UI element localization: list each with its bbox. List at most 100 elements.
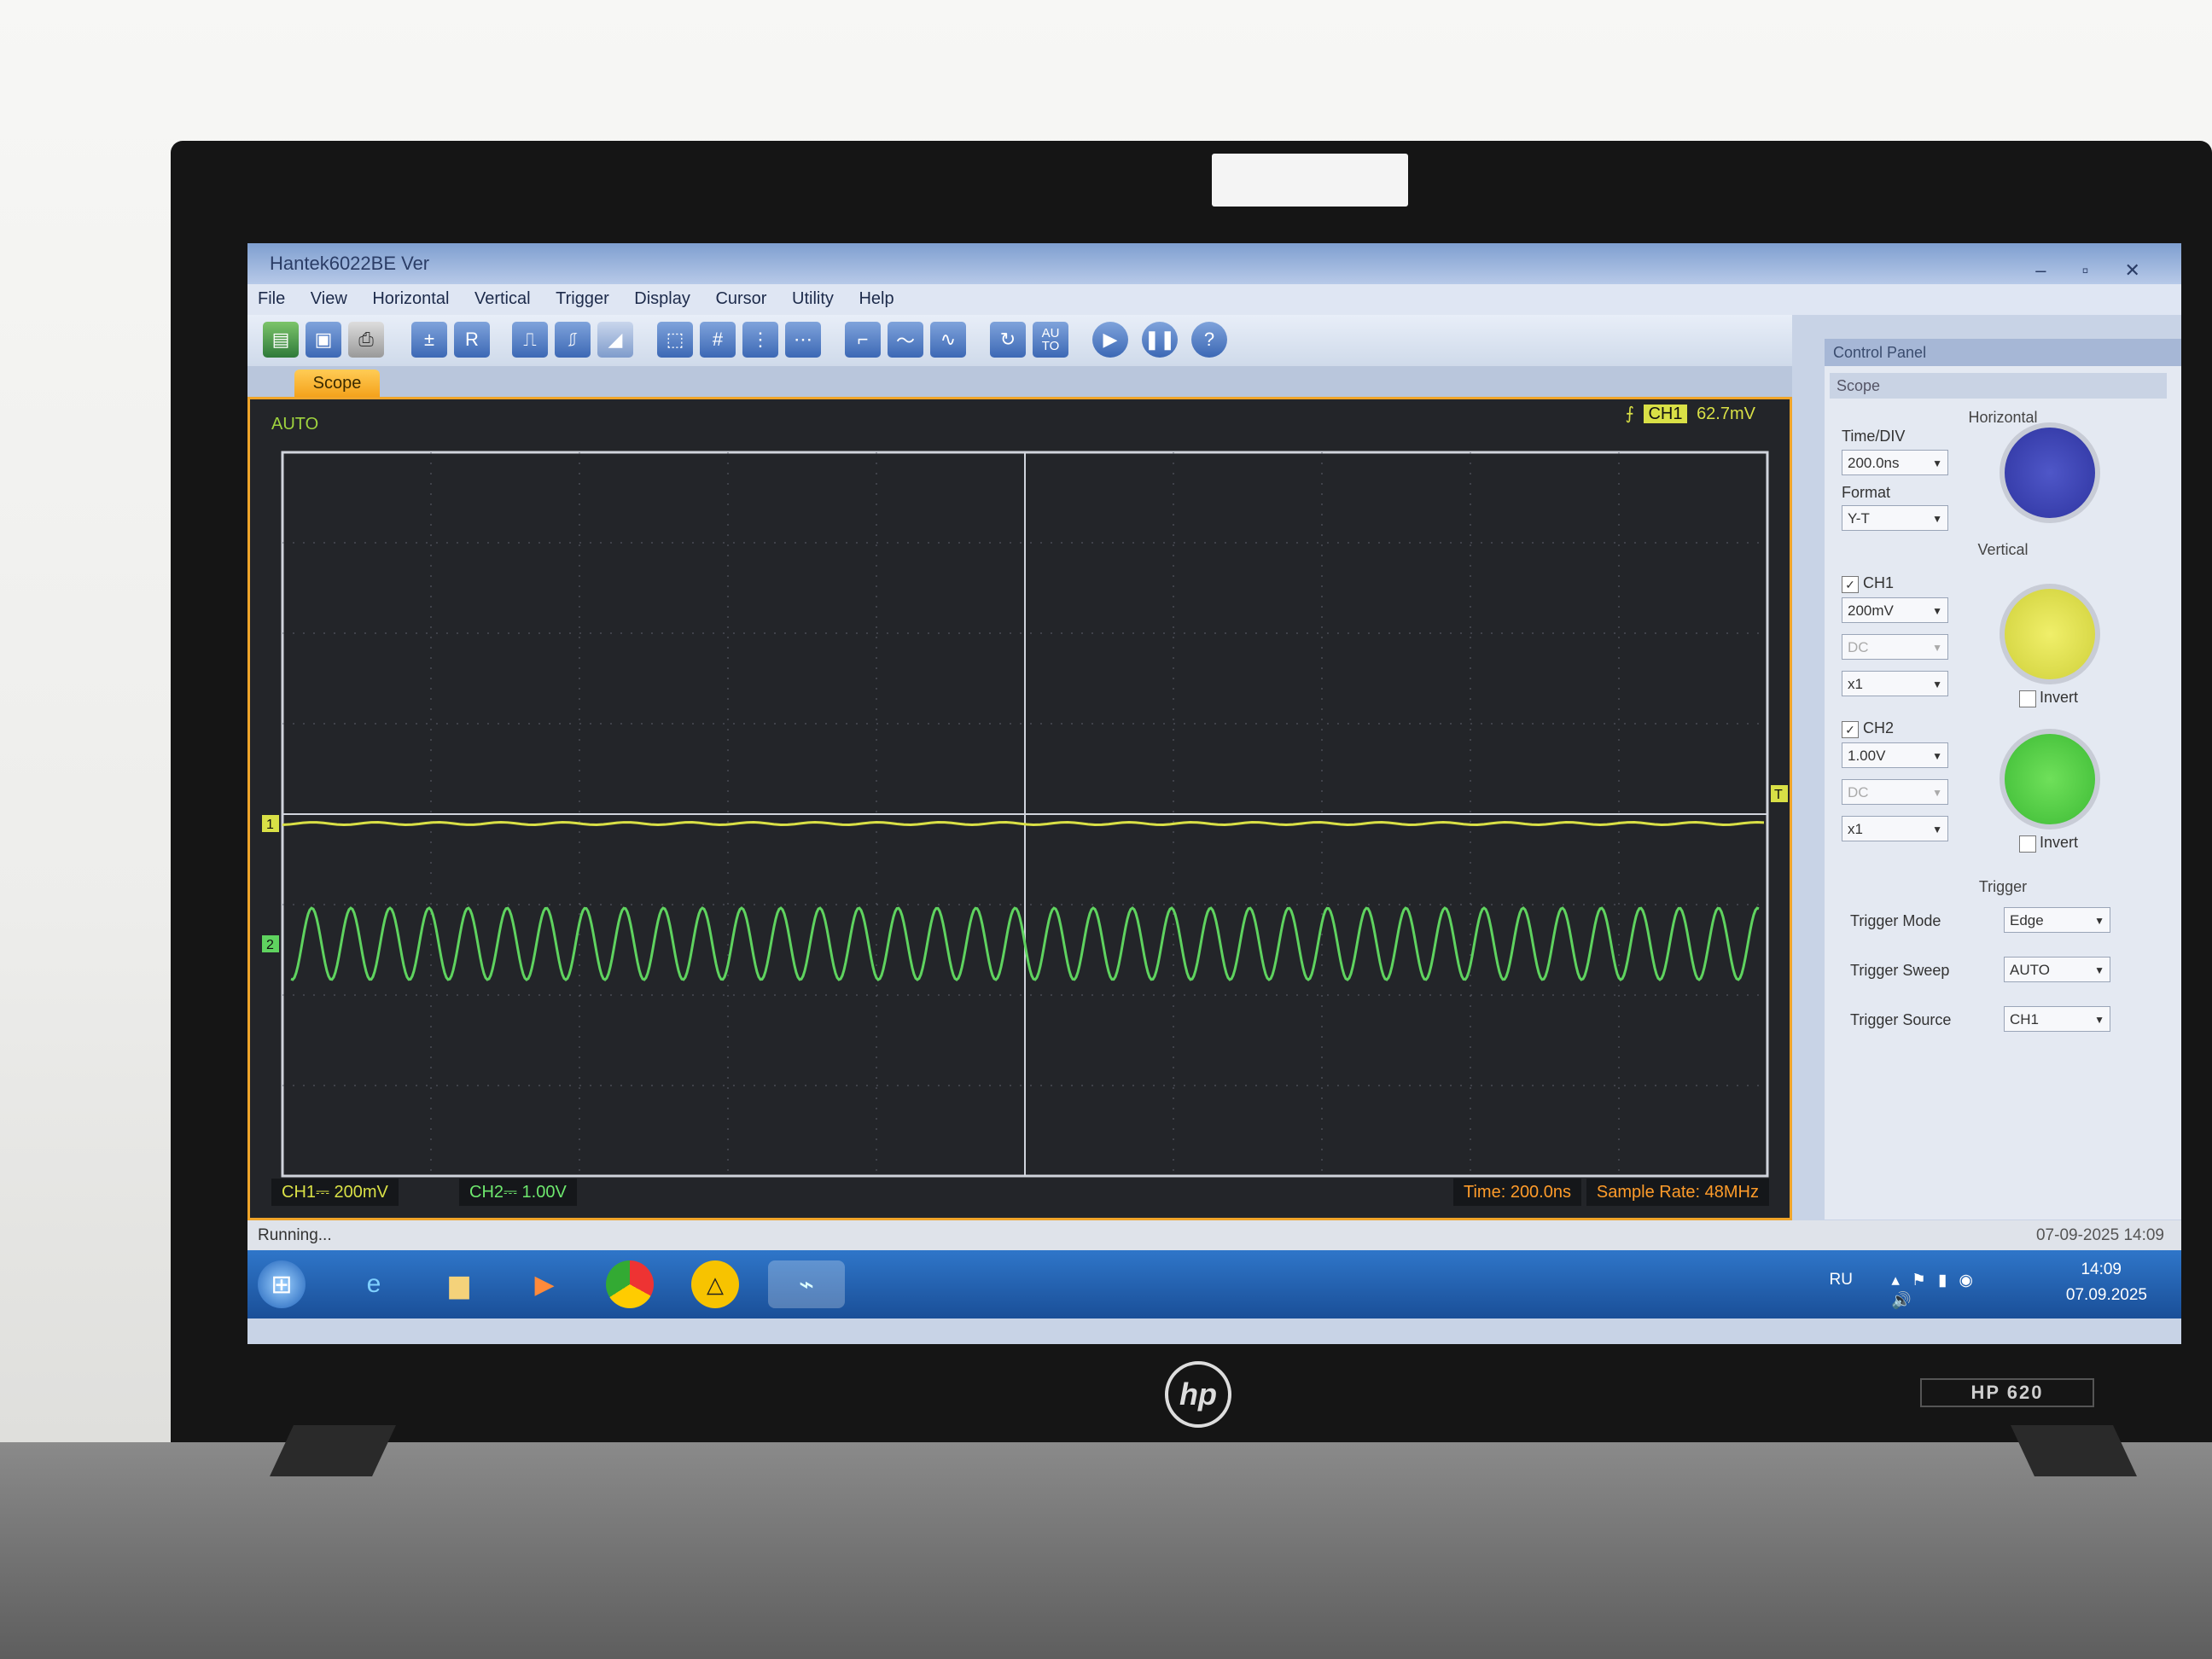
time-status: Time: 200.0ns <box>1453 1179 1581 1206</box>
ch1-marker: 1 <box>266 818 274 832</box>
ch1-waveform <box>282 820 1765 827</box>
menu-vertical[interactable]: Vertical <box>464 284 541 314</box>
format-select[interactable]: Y-T ▼ <box>1842 505 1948 531</box>
run-icon[interactable]: ▶ <box>1092 322 1128 358</box>
step-icon[interactable]: ⌐ <box>845 322 881 358</box>
menu-bar: File View Horizontal Vertical Trigger Di… <box>247 284 2181 315</box>
menu-trigger[interactable]: Trigger <box>545 284 620 314</box>
tray-date[interactable]: 07.09.2025 <box>2066 1286 2147 1305</box>
ch2-volts-value: 1.00V <box>1848 748 1886 764</box>
ch2-volts-select[interactable]: 1.00V ▼ <box>1842 742 1948 768</box>
menu-view[interactable]: View <box>300 284 358 314</box>
horizontal-heading: Horizontal <box>1968 409 2038 426</box>
model-badge: HP 620 <box>1920 1378 2094 1407</box>
graticule-grid <box>282 452 1767 1176</box>
run-status: Running... <box>258 1226 332 1244</box>
time-div-label: Time/DIV <box>1842 428 1906 445</box>
cursor-horizontal-icon[interactable]: ⋯ <box>785 322 821 358</box>
menu-utility[interactable]: Utility <box>782 284 844 314</box>
trigger-source-value: CH1 <box>2010 1011 2040 1027</box>
internet-explorer-icon[interactable]: e <box>350 1260 398 1308</box>
falling-edge-icon[interactable]: ⎎ <box>555 322 591 358</box>
sine-icon[interactable]: ∿ <box>930 322 966 358</box>
control-panel-selector[interactable]: Scope <box>1830 373 2167 399</box>
tray-time[interactable]: 14:09 <box>2081 1260 2122 1279</box>
print-icon[interactable]: ⎙ <box>348 322 384 358</box>
ch1-volts-value: 200mV <box>1848 602 1894 619</box>
time-div-select[interactable]: 200.0ns ▼ <box>1842 450 1948 475</box>
hp-logo: hp <box>1165 1361 1231 1428</box>
trigger-sweep-value: AUTO <box>2010 962 2050 978</box>
screen: Hantek6022BE Ver – ▫ ✕ File View Horizon… <box>247 243 2181 1344</box>
trigger-source-select[interactable]: CH1 ▼ <box>2004 1006 2110 1032</box>
menu-cursor[interactable]: Cursor <box>705 284 777 314</box>
menu-horizontal[interactable]: Horizontal <box>362 284 459 314</box>
cursor-vertical-icon[interactable]: ⋮ <box>742 322 778 358</box>
slope-icon[interactable]: ◢ <box>597 322 633 358</box>
ch1-volts-knob[interactable] <box>2000 584 2100 684</box>
ch2-enable-checkbox[interactable]: ✓ <box>1842 721 1859 738</box>
trigger-sweep-select[interactable]: AUTO ▼ <box>2004 957 2110 982</box>
trigger-marker: T <box>1774 788 1783 802</box>
ch1-coupling-value: DC <box>1848 639 1869 655</box>
oscilloscope-app-icon[interactable]: ⌁ <box>768 1260 845 1308</box>
select-icon[interactable]: ⬚ <box>657 322 693 358</box>
help-button[interactable]: ? <box>1191 322 1227 358</box>
ch2-marker: 2 <box>266 938 274 952</box>
pause-icon[interactable]: ❚❚ <box>1142 322 1178 358</box>
math-icon[interactable]: ± <box>411 322 447 358</box>
ch1-volts-select[interactable]: 200mV ▼ <box>1842 597 1948 623</box>
ch1-invert-checkbox[interactable] <box>2019 690 2036 707</box>
ch1-status: CH1⎓ 200mV <box>271 1179 399 1206</box>
format-label: Format <box>1842 484 1891 501</box>
chrome-icon[interactable] <box>606 1260 654 1308</box>
language-indicator[interactable]: RU <box>1830 1271 1853 1289</box>
control-panel-title: Control Panel <box>1825 339 2181 366</box>
ch1-coupling-select[interactable]: DC ▼ <box>1842 634 1948 660</box>
waveform-graticule: 1 2 T <box>262 451 1788 1178</box>
grid-icon[interactable]: # <box>700 322 736 358</box>
tab-strip: Scope <box>247 366 1792 397</box>
menu-help[interactable]: Help <box>848 284 904 314</box>
ch2-invert-label: Invert <box>2040 834 2079 851</box>
explorer-folder-icon[interactable]: ▆ <box>435 1260 483 1308</box>
trigger-source-label: Trigger Source <box>1850 1011 1952 1028</box>
save-icon[interactable]: ▣ <box>306 322 341 358</box>
ch2-volts-knob[interactable] <box>2000 729 2100 830</box>
ch1-invert-label: Invert <box>2040 689 2079 706</box>
trigger-heading: Trigger <box>1978 878 2028 895</box>
scope-display[interactable]: AUTO ⨍ CH1 62.7mV 1 2 T CH1⎓ 200mV CH2⎓ … <box>247 397 1792 1220</box>
ref-button[interactable]: R <box>454 322 490 358</box>
ch2-probe-value: x1 <box>1848 821 1863 837</box>
menu-display[interactable]: Display <box>624 284 701 314</box>
ch2-invert-checkbox[interactable] <box>2019 835 2036 853</box>
taskbar: ⊞ e ▆ ▶ △ ⌁ RU ▴⚑▮◉🔊 14:09 07.09.2025 <box>247 1250 2181 1318</box>
line-icon[interactable]: 〜 <box>888 322 923 358</box>
app-status-bar: Running... 07-09-2025 14:09 <box>247 1220 2181 1250</box>
menu-file[interactable]: File <box>247 284 295 314</box>
tab-scope[interactable]: Scope <box>294 370 380 397</box>
trigger-mode-select[interactable]: Edge ▼ <box>2004 907 2110 933</box>
auto-button[interactable]: AU TO <box>1033 322 1068 358</box>
status-datetime: 07-09-2025 14:09 <box>2035 1226 2164 1244</box>
window-title: Hantek6022BE Ver <box>270 253 430 274</box>
tray-icons[interactable]: ▴⚑▮◉🔊 <box>1891 1271 1985 1311</box>
media-player-icon[interactable]: ▶ <box>521 1260 568 1308</box>
time-div-knob[interactable] <box>2000 422 2100 523</box>
ch2-coupling-select[interactable]: DC ▼ <box>1842 779 1948 805</box>
time-div-value: 200.0ns <box>1848 455 1900 471</box>
ch2-probe-select[interactable]: x1 ▼ <box>1842 816 1948 841</box>
ch1-probe-select[interactable]: x1 ▼ <box>1842 671 1948 696</box>
control-panel: Control Panel Scope Horizontal Time/DIV … <box>1825 339 2181 1220</box>
window-titlebar: Hantek6022BE Ver – ▫ ✕ <box>247 243 2181 284</box>
ch1-enable-checkbox[interactable]: ✓ <box>1842 576 1859 593</box>
open-icon[interactable]: ▤ <box>263 322 299 358</box>
trigger-mode-value: Edge <box>2010 912 2044 928</box>
rising-edge-icon[interactable]: ⎍ <box>512 322 548 358</box>
trigger-sweep-label: Trigger Sweep <box>1850 962 1950 979</box>
reset-icon[interactable]: ↻ <box>990 322 1026 358</box>
app-triangle-icon[interactable]: △ <box>691 1260 739 1308</box>
sample-rate-status: Sample Rate: 48MHz <box>1586 1179 1769 1206</box>
start-button-icon[interactable]: ⊞ <box>258 1260 306 1308</box>
ch1-probe-value: x1 <box>1848 676 1863 692</box>
